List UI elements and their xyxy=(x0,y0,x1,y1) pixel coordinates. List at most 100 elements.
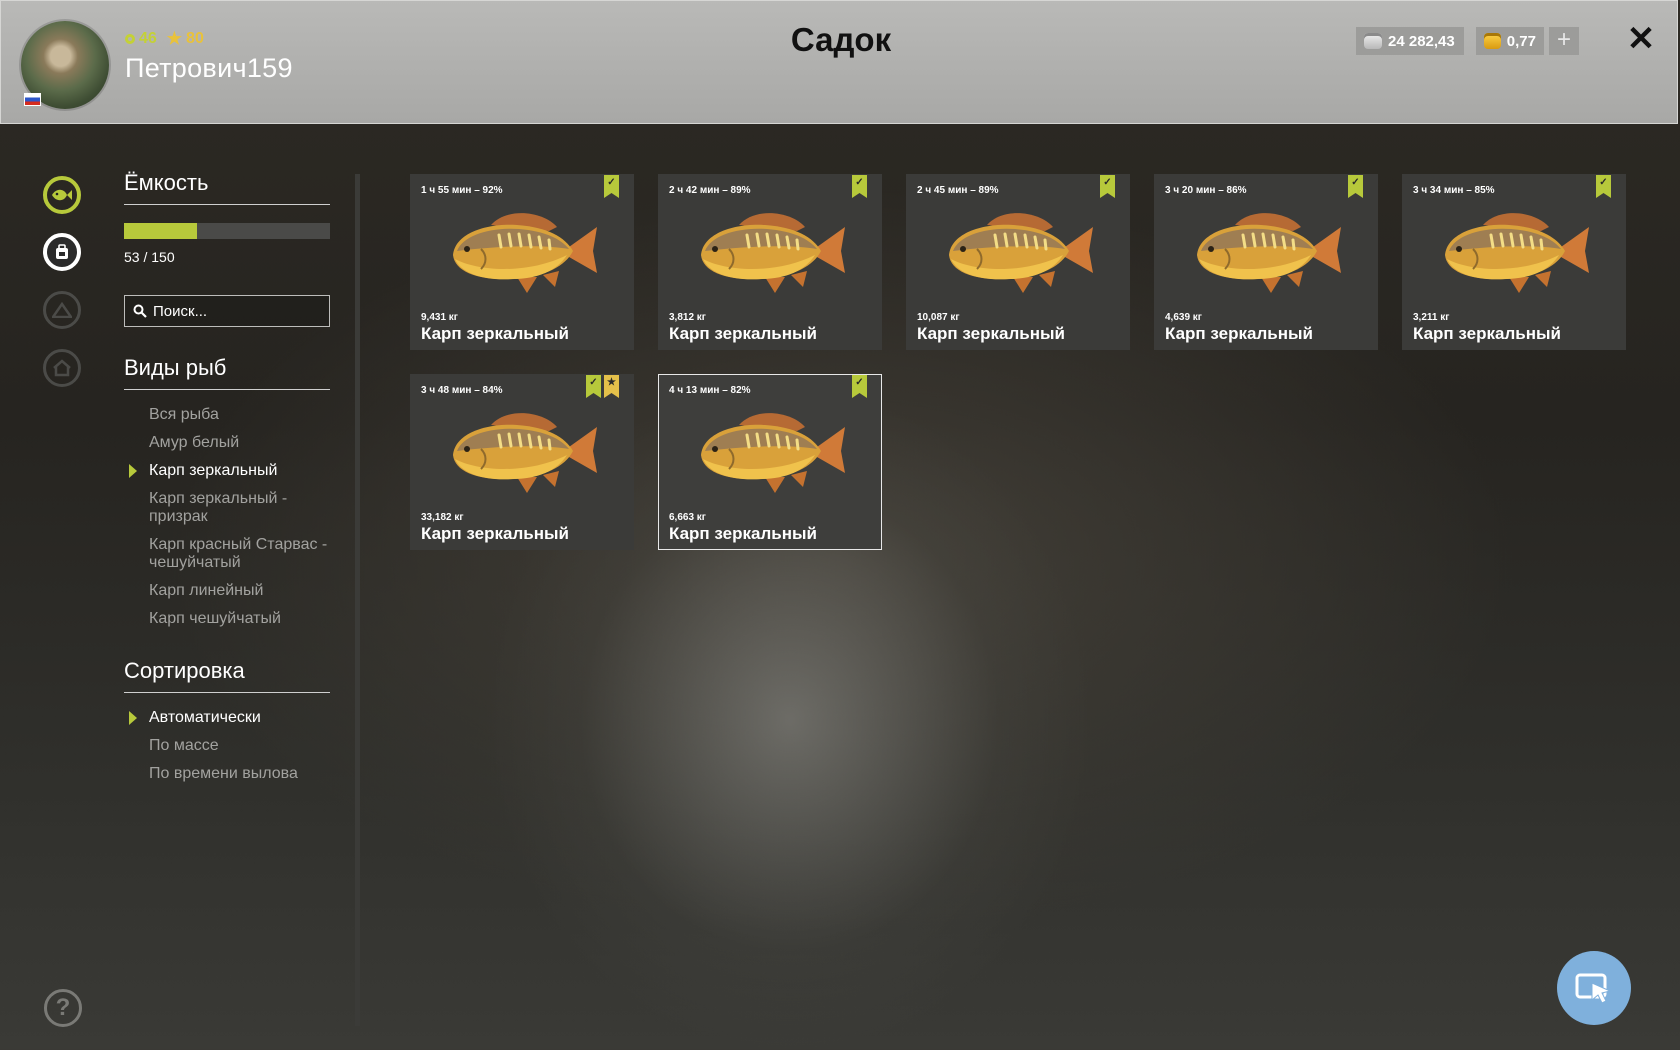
top-bar: 46 ★ 80 Петрович159 Садок 24 282,43 0,77… xyxy=(0,0,1678,124)
species-list: Вся рыба Амур белый Карп зеркальный Карп зе… xyxy=(124,406,330,628)
species-item[interactable]: Карп чешуйчатый xyxy=(124,610,330,628)
fish-weight: 3,812 кг xyxy=(669,312,706,323)
fish-image xyxy=(1191,205,1343,295)
add-currency-button[interactable]: + xyxy=(1549,27,1579,55)
species-label: Вся рыба xyxy=(149,406,219,423)
species-item[interactable]: Карп зеркальный xyxy=(124,462,330,480)
gold-balance: 0,77 xyxy=(1476,27,1544,55)
fish-weight: 9,431 кг xyxy=(421,312,458,323)
close-button[interactable]: ✕ xyxy=(1623,19,1659,59)
fish-card[interactable]: 3 ч 34 мин – 85% ✓ 3,211 кг Карп зеркальны… xyxy=(1402,174,1626,350)
home-tab-icon xyxy=(53,359,71,377)
fish-image xyxy=(695,405,847,495)
fish-badges: ✓ xyxy=(852,175,867,198)
capacity-fill xyxy=(124,223,197,239)
fish-card[interactable]: 4 ч 13 мин – 82% ✓ 6,663 кг Карп зеркальны… xyxy=(658,374,882,550)
fish-badges: ✓ xyxy=(1348,175,1363,198)
fish-card[interactable]: 2 ч 45 мин – 89% ✓ 10,087 кг Карп зеркальн… xyxy=(906,174,1130,350)
sort-item[interactable]: По времени вылова xyxy=(124,765,330,783)
fish-name: Карп зеркальный xyxy=(917,324,1065,343)
sort-list: Автоматически По массе По времени вылова xyxy=(124,709,330,783)
species-item[interactable]: Амур белый xyxy=(124,434,330,452)
silver-coin-icon xyxy=(1364,33,1382,49)
catch-time: 3 ч 34 мин – 85% xyxy=(1413,185,1495,196)
sidebar-divider xyxy=(355,174,360,1026)
species-label: Карп линейный xyxy=(149,582,264,599)
capacity-bar xyxy=(124,223,330,239)
check-bookmark-icon: ✓ xyxy=(1596,175,1611,198)
sort-title: Сортировка xyxy=(124,658,330,693)
fish-image xyxy=(695,205,847,295)
star-bookmark-icon: ★ xyxy=(604,375,619,398)
filter-sidebar: Ёмкость 53 / 150 Виды рыб Вся рыба Амур б… xyxy=(124,170,330,793)
gold-coin-icon xyxy=(1484,33,1501,49)
check-bookmark-icon: ✓ xyxy=(852,175,867,198)
sort-item[interactable]: Автоматически xyxy=(124,709,330,727)
species-item[interactable]: Карп линейный xyxy=(124,582,330,600)
species-label: Карп красный Старвас - чешуйчатый xyxy=(149,536,328,571)
check-bookmark-icon: ✓ xyxy=(852,375,867,398)
fish-card[interactable]: 3 ч 20 мин – 86% ✓ 4,639 кг Карп зеркальны… xyxy=(1154,174,1378,350)
check-bookmark-icon: ✓ xyxy=(1100,175,1115,198)
catch-time: 3 ч 20 мин – 86% xyxy=(1165,185,1247,196)
fish-grid: 1 ч 55 мин – 92% ✓ 9,431 кг Карп зеркальны… xyxy=(410,174,1630,550)
species-item[interactable]: Карп красный Старвас - чешуйчатый xyxy=(124,536,330,572)
species-label: Карп зеркальный xyxy=(149,462,278,479)
sort-label: Автоматически xyxy=(149,709,261,726)
home-tab-button[interactable] xyxy=(43,349,81,387)
fish-badges: ✓ xyxy=(1100,175,1115,198)
species-label: Карп зеркальный - призрак xyxy=(149,490,288,525)
catch-time: 2 ч 45 мин – 89% xyxy=(917,185,999,196)
fish-tab-icon xyxy=(52,189,72,201)
russia-flag-icon xyxy=(24,93,41,106)
fish-name: Карп зеркальный xyxy=(1165,324,1313,343)
cursor-icon xyxy=(1575,973,1612,1004)
fish-weight: 3,211 кг xyxy=(1413,312,1450,323)
selected-arrow-icon xyxy=(129,464,137,478)
fish-name: Карп зеркальный xyxy=(1413,324,1561,343)
gold-amount: 0,77 xyxy=(1506,32,1536,50)
fish-card[interactable]: 1 ч 55 мин – 92% ✓ 9,431 кг Карп зеркальны… xyxy=(410,174,634,350)
plus-icon: + xyxy=(1556,26,1571,53)
fish-weight: 4,639 кг xyxy=(1165,312,1202,323)
fish-card[interactable]: 3 ч 48 мин – 84% ✓ ★ 33,182 кг Карп зеркаль… xyxy=(410,374,634,550)
close-icon: ✕ xyxy=(1626,20,1656,58)
catch-time: 3 ч 48 мин – 84% xyxy=(421,385,503,396)
check-bookmark-icon: ✓ xyxy=(1348,175,1363,198)
search-icon xyxy=(133,304,147,318)
check-bookmark-icon: ✓ xyxy=(586,375,601,398)
fish-badges: ✓ ★ xyxy=(586,375,619,398)
bag-tab-button[interactable] xyxy=(43,233,81,271)
capacity-title: Ёмкость xyxy=(124,170,330,205)
tent-tab-icon xyxy=(52,302,72,318)
fish-tab-button[interactable] xyxy=(43,176,81,214)
fish-name: Карп зеркальный xyxy=(421,524,569,543)
silver-balance: 24 282,43 xyxy=(1356,27,1464,55)
fish-weight: 6,663 кг xyxy=(669,512,706,523)
species-item[interactable]: Вся рыба xyxy=(124,406,330,424)
fish-card[interactable]: 2 ч 42 мин – 89% ✓ 3,812 кг Карп зеркальны… xyxy=(658,174,882,350)
fish-name: Карп зеркальный xyxy=(421,324,569,343)
fish-image xyxy=(447,205,599,295)
tent-tab-button[interactable] xyxy=(43,291,81,329)
cursor-mode-button[interactable] xyxy=(1557,951,1631,1025)
sort-item[interactable]: По массе xyxy=(124,737,330,755)
catch-time: 1 ч 55 мин – 92% xyxy=(421,185,503,196)
fish-badges: ✓ xyxy=(604,175,619,198)
fish-weight: 33,182 кг xyxy=(421,512,464,523)
catch-time: 2 ч 42 мин – 89% xyxy=(669,185,751,196)
species-label: Карп чешуйчатый xyxy=(149,610,281,627)
help-icon[interactable]: ? xyxy=(44,989,82,1027)
fish-image xyxy=(943,205,1095,295)
selected-arrow-icon xyxy=(129,711,137,725)
catch-time: 4 ч 13 мин – 82% xyxy=(669,385,751,396)
fish-badges: ✓ xyxy=(852,375,867,398)
fish-name: Карп зеркальный xyxy=(669,324,817,343)
fish-image xyxy=(1439,205,1591,295)
search-box[interactable] xyxy=(124,295,330,327)
sort-label: По массе xyxy=(149,737,219,754)
check-bookmark-icon: ✓ xyxy=(604,175,619,198)
species-item[interactable]: Карп зеркальный - призрак xyxy=(124,490,330,526)
search-input[interactable] xyxy=(153,302,313,320)
species-title: Виды рыб xyxy=(124,355,330,390)
